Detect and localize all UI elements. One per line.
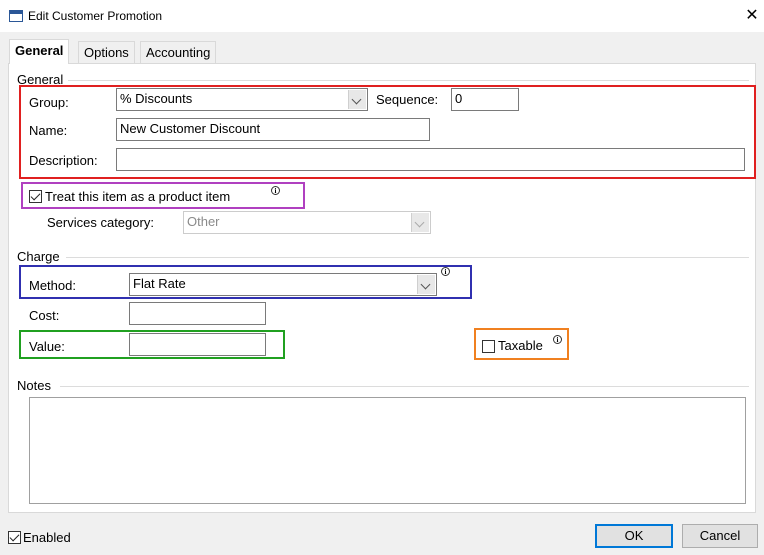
tab-general[interactable]: General <box>9 39 70 64</box>
notes-textarea[interactable] <box>29 397 746 504</box>
chevron-down-icon <box>411 213 429 232</box>
services-category-label: Services category: <box>47 215 154 230</box>
group-select-value: % Discounts <box>120 91 193 106</box>
sequence-label: Sequence: <box>376 92 439 107</box>
description-input[interactable] <box>116 148 745 171</box>
general-group-divider <box>68 80 749 81</box>
tab-accounting[interactable]: Accounting <box>140 41 217 63</box>
chevron-down-icon[interactable] <box>417 275 435 294</box>
info-icon[interactable]: i <box>271 186 280 195</box>
value-label: Value: <box>29 339 65 354</box>
title-bar: Edit Customer Promotion ✕ <box>0 0 764 32</box>
value-input[interactable] <box>129 333 266 356</box>
window-icon <box>9 10 23 22</box>
cost-input[interactable] <box>129 302 266 325</box>
method-label: Method: <box>29 278 76 293</box>
info-icon[interactable]: i <box>441 267 450 276</box>
method-select-value: Flat Rate <box>133 276 186 291</box>
ok-button[interactable]: OK <box>595 524 673 548</box>
product-item-checkbox[interactable] <box>29 190 42 203</box>
name-label: Name: <box>29 123 68 138</box>
cancel-button[interactable]: Cancel <box>682 524 758 548</box>
taxable-label[interactable]: Taxable <box>498 338 543 353</box>
sequence-input[interactable]: 0 <box>451 88 519 111</box>
group-label: Group: <box>29 95 69 110</box>
services-category-value: Other <box>187 214 220 229</box>
window-title: Edit Customer Promotion <box>28 9 163 23</box>
notes-group-title: Notes <box>17 378 51 393</box>
name-input[interactable]: New Customer Discount <box>116 118 430 141</box>
notes-group-divider <box>60 386 749 387</box>
info-icon[interactable]: i <box>553 335 562 344</box>
tab-options[interactable]: Options <box>78 41 135 63</box>
description-label: Description: <box>29 153 98 168</box>
chevron-down-icon[interactable] <box>348 90 366 109</box>
charge-group-title: Charge <box>17 249 60 264</box>
enabled-checkbox[interactable] <box>8 531 21 544</box>
taxable-checkbox[interactable] <box>482 340 495 353</box>
product-item-label[interactable]: Treat this item as a product item <box>45 189 230 204</box>
cost-label: Cost: <box>29 308 60 323</box>
enabled-label[interactable]: Enabled <box>23 530 71 545</box>
group-select[interactable]: % Discounts <box>116 88 368 111</box>
close-button[interactable]: ✕ <box>740 4 764 28</box>
services-category-select: Other <box>183 211 431 234</box>
charge-group-divider <box>66 257 749 258</box>
general-group-title: General <box>17 72 64 87</box>
method-select[interactable]: Flat Rate <box>129 273 437 296</box>
